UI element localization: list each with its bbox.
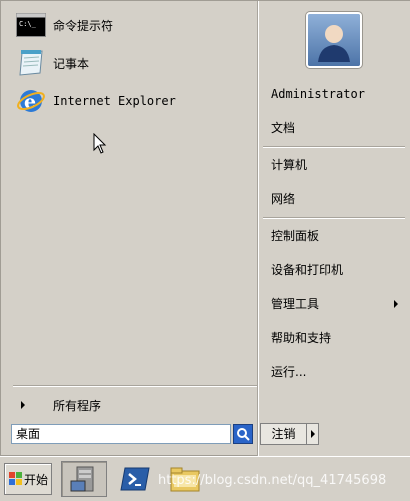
- powershell-icon: [120, 467, 150, 491]
- start-label: 开始: [24, 472, 49, 487]
- right-separator: [263, 146, 405, 148]
- windows-logo-icon: [9, 472, 22, 485]
- ie-icon: e: [15, 86, 47, 116]
- left-separator: [13, 385, 257, 387]
- run-link[interactable]: 运行...: [271, 362, 306, 382]
- svg-text:C:\_: C:\_: [19, 20, 37, 28]
- program-label: Internet Explorer: [53, 94, 176, 108]
- search-button[interactable]: [233, 424, 253, 444]
- mouse-cursor-icon: [93, 133, 107, 154]
- start-menu: C:\_ 命令提示符 记事本 e Internet Explorer 所有程序 …: [0, 0, 410, 457]
- program-item-ie[interactable]: e Internet Explorer: [15, 86, 176, 116]
- start-menu-right-pane: Administrator 文档 计算机 网络 控制面板 设备和打印机 管理工具…: [258, 1, 410, 457]
- user-name-link[interactable]: Administrator: [271, 84, 365, 104]
- magnifier-icon: [237, 428, 250, 441]
- watermark-url: https://blog.csdn.net/qq_41745698: [158, 473, 387, 488]
- start-button[interactable]: 开始: [4, 463, 52, 495]
- documents-link[interactable]: 文档: [271, 118, 295, 138]
- control-panel-link[interactable]: 控制面板: [271, 226, 319, 246]
- cmd-icon: C:\_: [15, 10, 47, 40]
- server-manager-taskbar-button[interactable]: [61, 461, 107, 497]
- program-item-notepad[interactable]: 记事本: [15, 48, 89, 78]
- search-input[interactable]: 桌面: [11, 424, 231, 444]
- all-programs-label: 所有程序: [53, 398, 102, 413]
- notepad-icon: [15, 48, 47, 78]
- server-manager-icon: [70, 466, 94, 492]
- admin-tools-link[interactable]: 管理工具: [271, 294, 409, 314]
- taskbar: 开始 https://blog.csdn.net/qq_41745698: [0, 456, 410, 501]
- program-label: 命令提示符: [53, 18, 114, 33]
- logoff-button[interactable]: 注销: [260, 423, 319, 445]
- network-link[interactable]: 网络: [271, 189, 295, 209]
- start-menu-left-pane: C:\_ 命令提示符 记事本 e Internet Explorer 所有程序: [7, 1, 257, 419]
- powershell-taskbar-button[interactable]: [112, 461, 158, 497]
- program-item-cmd[interactable]: C:\_ 命令提示符: [15, 10, 113, 40]
- help-support-link[interactable]: 帮助和支持: [271, 328, 331, 348]
- right-separator: [263, 217, 405, 219]
- user-avatar-icon: [308, 14, 360, 66]
- user-avatar[interactable]: [306, 12, 362, 68]
- triangle-right-icon: [21, 401, 25, 409]
- program-label: 记事本: [53, 56, 90, 71]
- submenu-arrow-icon: [394, 300, 398, 308]
- devices-printers-link[interactable]: 设备和打印机: [271, 260, 343, 280]
- computer-link[interactable]: 计算机: [271, 155, 307, 175]
- logoff-options-arrow-icon[interactable]: [311, 430, 315, 438]
- admin-tools-label: 管理工具: [271, 297, 320, 311]
- logoff-label: 注销: [261, 424, 307, 444]
- all-programs-button[interactable]: 所有程序: [13, 395, 257, 415]
